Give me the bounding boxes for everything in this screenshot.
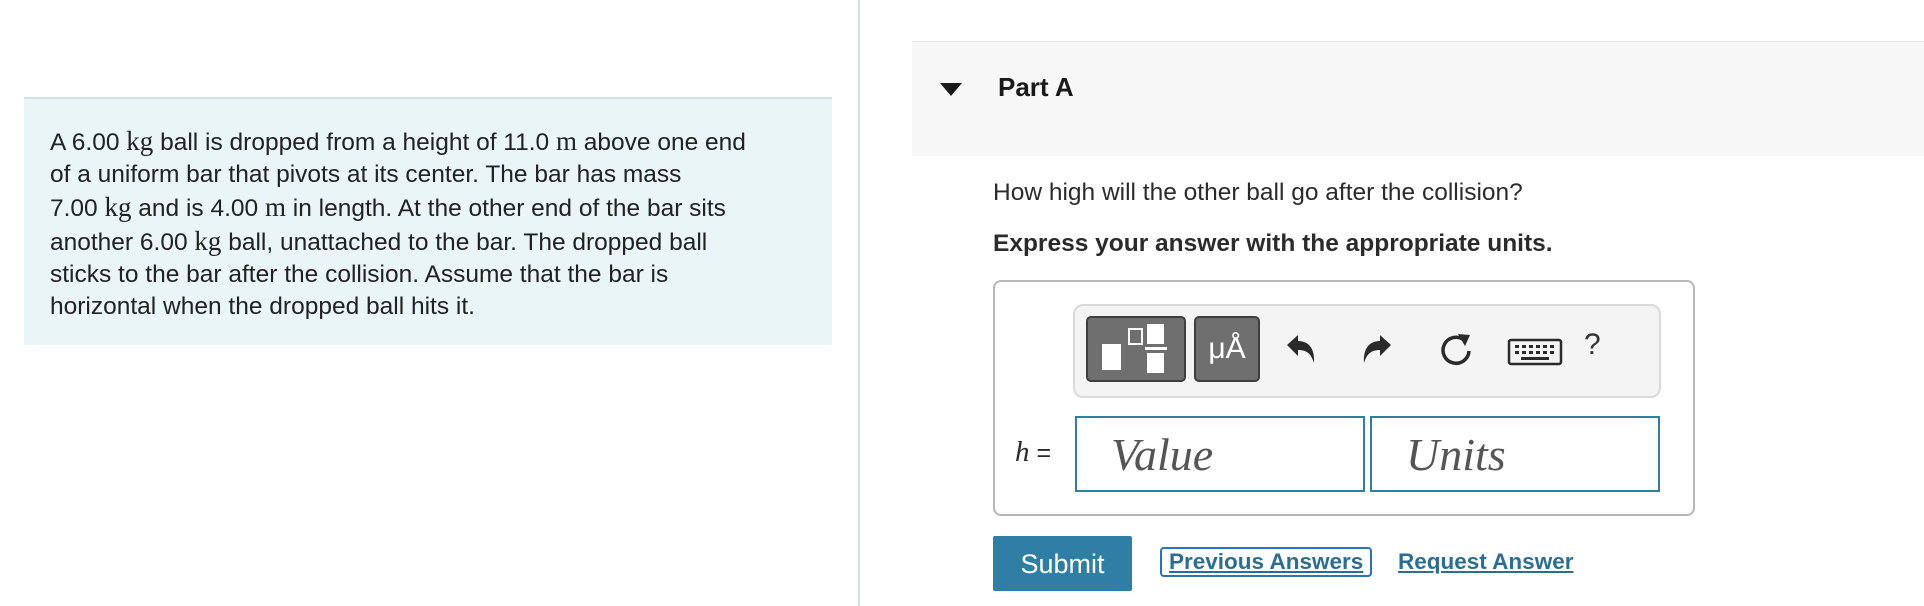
problem-text: ball, unattached to the bar. The dropped… (221, 229, 708, 256)
problem-text: in length. At the other end of the bar s… (286, 195, 726, 222)
templates-icon (1102, 324, 1167, 373)
reset-icon[interactable] (1436, 328, 1476, 372)
problem-line: A 6.00 kg ball is dropped from a height … (50, 125, 806, 159)
question-text: How high will the other ball go after th… (993, 179, 1523, 206)
problem-text: ball is dropped from a height of 11.0 (153, 129, 556, 156)
redo-icon[interactable] (1357, 328, 1397, 372)
equals-sign: = (1036, 439, 1052, 467)
help-button[interactable]: ? (1584, 328, 1601, 362)
problem-text: another 6.00 (50, 229, 195, 256)
undo-icon[interactable] (1281, 328, 1321, 372)
request-answer-link[interactable]: Request Answer (1398, 549, 1573, 575)
unit-symbol: m (264, 192, 286, 222)
previous-answers-link[interactable]: Previous Answers (1160, 547, 1373, 577)
units-input[interactable] (1370, 416, 1660, 492)
templates-button[interactable] (1086, 316, 1186, 382)
keyboard-icon[interactable] (1507, 337, 1563, 367)
problem-line: horizontal when the dropped ball hits it… (50, 291, 806, 323)
unit-symbol: kg (194, 226, 222, 256)
problem-statement: A 6.00 kg ball is dropped from a height … (24, 97, 832, 345)
problem-line: sticks to the bar after the collision. A… (50, 259, 806, 291)
problem-text: above one end (577, 129, 746, 156)
submit-button[interactable]: Submit (993, 536, 1132, 591)
problem-line: 7.00 kg and is 4.00 m in length. At the … (50, 191, 806, 225)
unit-symbol: m (555, 126, 577, 156)
problem-text: sticks to the bar after the collision. A… (50, 261, 669, 288)
problem-text: of a uniform bar that pivots at its cent… (50, 161, 682, 188)
answer-label: h = (1015, 436, 1051, 469)
part-header[interactable]: Part A (912, 41, 1924, 156)
unit-symbol: kg (104, 192, 132, 222)
problem-text: and is 4.00 (131, 195, 265, 222)
part-title[interactable]: Part A (998, 72, 1074, 103)
instruction-text: Express your answer with the appropriate… (993, 230, 1553, 257)
unit-symbol: kg (126, 126, 154, 156)
problem-text: horizontal when the dropped ball hits it… (50, 293, 475, 320)
pane-divider (858, 0, 860, 606)
value-input[interactable] (1075, 416, 1365, 492)
problem-text: 7.00 (50, 195, 105, 222)
problem-line: of a uniform bar that pivots at its cent… (50, 159, 806, 191)
units-button[interactable]: μÅ (1194, 316, 1260, 382)
problem-line: another 6.00 kg ball, unattached to the … (50, 225, 806, 259)
units-tool-label: μÅ (1208, 332, 1246, 365)
variable-name: h (1015, 436, 1030, 468)
caret-down-icon[interactable] (940, 83, 962, 96)
answer-box: μÅ ? h = (993, 280, 1695, 516)
math-toolbar: μÅ ? (1073, 304, 1661, 398)
problem-text: A 6.00 (50, 129, 127, 156)
